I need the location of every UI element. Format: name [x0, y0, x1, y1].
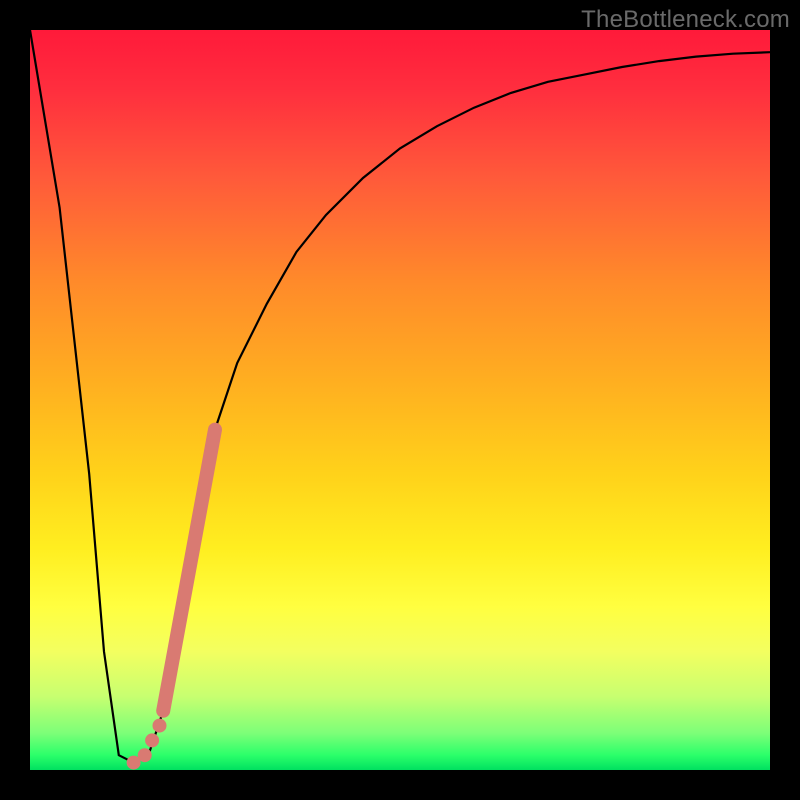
plot-area	[30, 30, 770, 770]
chart-frame: TheBottleneck.com	[0, 0, 800, 800]
highlight-segment	[163, 430, 215, 711]
curve-layer	[30, 30, 770, 770]
highlight-dots	[127, 719, 167, 770]
bottleneck-curve	[30, 30, 770, 763]
